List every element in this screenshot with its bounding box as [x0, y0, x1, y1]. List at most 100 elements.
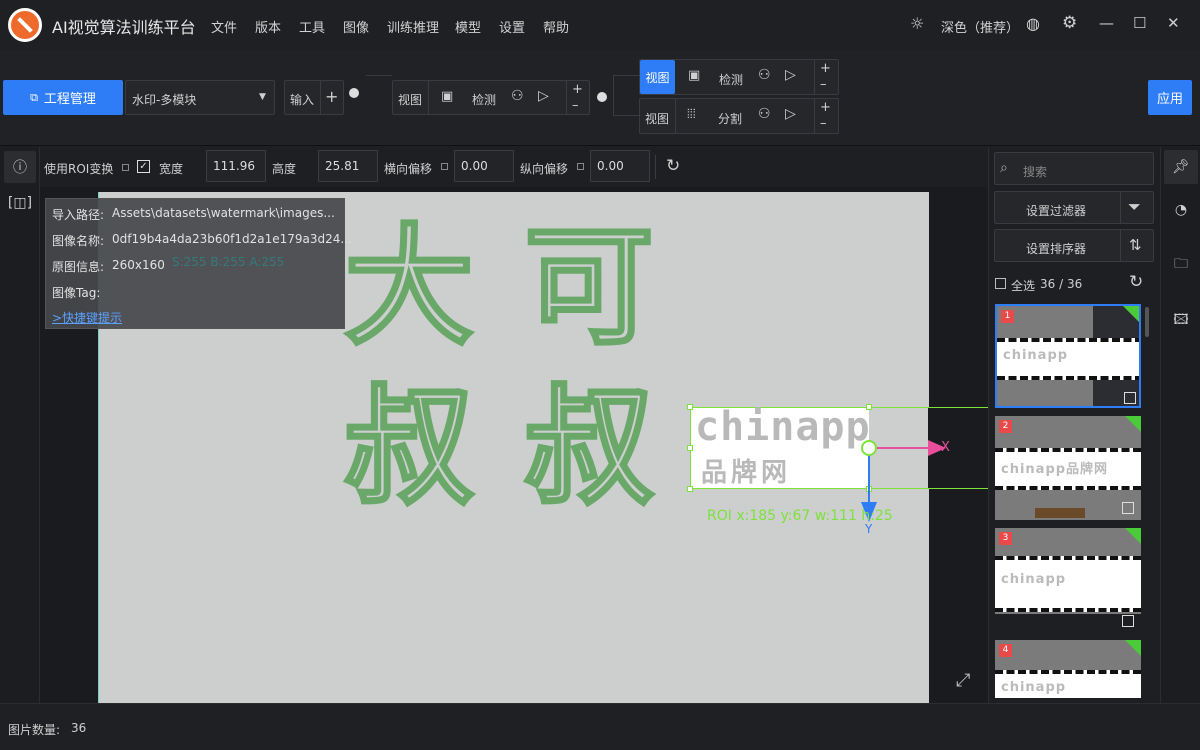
menu-image[interactable]: 图像	[343, 17, 369, 36]
play-icon[interactable]: ▷	[785, 67, 796, 83]
use-roi-label: 使用ROI变换	[44, 162, 114, 176]
chevron-down-icon: ▼	[259, 92, 266, 102]
view-button-2[interactable]: 视图	[640, 60, 675, 94]
h-offset-label: 横向偏移	[384, 162, 433, 176]
thumbnail-checkbox[interactable]	[1124, 392, 1136, 404]
minus-icon[interactable]: –	[820, 77, 827, 92]
remove-node-icon[interactable]	[349, 88, 359, 98]
refresh-icon[interactable]: ↻	[1129, 272, 1143, 292]
project-select[interactable]: 水印-多模块 ▼	[125, 80, 275, 115]
project-manage-button[interactable]: ⧉ 工程管理	[3, 80, 123, 115]
info-icon[interactable]: ⓘ	[4, 151, 36, 183]
plus-icon[interactable]: +	[820, 61, 831, 76]
thumbnail-index: 3	[999, 532, 1012, 545]
roi-handle[interactable]	[687, 404, 693, 410]
h-offset-checkbox[interactable]	[441, 163, 448, 170]
menu-model[interactable]: 模型	[455, 17, 481, 36]
plus-icon[interactable]: +	[820, 100, 831, 115]
image-settings-icon[interactable]: ◔	[1164, 193, 1198, 227]
apply-button[interactable]: 应用	[1148, 80, 1192, 115]
play-icon[interactable]: ▷	[538, 88, 549, 104]
play-icon[interactable]: ▷	[785, 106, 796, 122]
menu-train-infer[interactable]: 训练推理	[387, 17, 439, 36]
detect-node-1[interactable]: 视图 ▣ 检测 ⚇ ▷ + –	[392, 80, 590, 115]
roi-transform-icon[interactable]: [◫]	[4, 187, 36, 219]
expand-icon[interactable]: ⤢	[956, 670, 970, 691]
thumbnail-index: 2	[999, 420, 1012, 433]
thumbnail-checkbox[interactable]	[1122, 502, 1134, 514]
thumbnail-item[interactable]: chinapp品牌网 2	[995, 416, 1141, 520]
add-icon[interactable]: +	[325, 87, 338, 106]
thumbnail-item[interactable]: chinapp 4	[995, 640, 1141, 698]
thumbnail-item[interactable]: chinapp 1	[995, 304, 1141, 408]
labeled-corner-icon	[1123, 306, 1139, 322]
pin-icon[interactable]: 📌︎	[1164, 150, 1198, 184]
group-icon: ⚇	[511, 88, 524, 104]
project-icon: ⧉	[30, 90, 38, 104]
menu-version[interactable]: 版本	[255, 17, 281, 36]
close-button[interactable]: ✕	[1167, 14, 1180, 32]
scrollbar-thumb[interactable]	[1145, 307, 1149, 337]
roi-watermark-text-cn: 品牌网	[701, 458, 792, 488]
select-all-checkbox[interactable]	[995, 278, 1006, 289]
roi-handle[interactable]	[866, 404, 872, 410]
v-offset-input[interactable]: 0.00	[590, 150, 650, 182]
menu-help[interactable]: 帮助	[543, 17, 569, 36]
watermark-char: 叔	[344, 371, 474, 523]
sorter-button[interactable]: 设置排序器 ⇅	[994, 229, 1154, 262]
sort-icon: ⇅	[1129, 236, 1142, 254]
portrait-icon: ▣	[688, 68, 701, 83]
width-label: 宽度	[159, 162, 184, 176]
height-label: 高度	[272, 162, 297, 176]
roi-bar: 使用ROI变换 ✓ 宽度 111.96 高度 25.81 横向偏移 0.00 纵…	[40, 147, 988, 187]
theme-selector[interactable]: 深色（推荐）	[941, 17, 1019, 36]
thumbnail-watermark: chinapp	[997, 338, 1139, 380]
image-icon[interactable]: 🖾	[1164, 304, 1198, 338]
image-info-panel: 导入路径: Assets\datasets\watermark\images..…	[45, 198, 352, 329]
segment-node[interactable]: 视图 ⦙⦙⦙ 分割 ⚇ ▷ + –	[639, 98, 839, 134]
name-value: 0df19b4a4da23b60f1d2a1e179a3d24...	[112, 232, 352, 246]
labeled-corner-icon	[1125, 528, 1141, 544]
v-offset-checkbox[interactable]	[577, 163, 584, 170]
search-input[interactable]: ⌕ 搜索	[994, 152, 1154, 185]
sun-icon[interactable]: ☼	[910, 14, 924, 33]
roi-info-label: ROI x:185 y:67 w:111 h:25	[707, 508, 893, 524]
watermark-char: 大	[344, 211, 474, 363]
menu-file[interactable]: 文件	[211, 17, 237, 36]
filter-button[interactable]: 设置过滤器 ⏷	[994, 191, 1154, 224]
maximize-button[interactable]: ☐	[1133, 14, 1146, 32]
roi-handle[interactable]	[687, 445, 693, 451]
width-input[interactable]: 111.96	[206, 150, 266, 182]
menu-tools[interactable]: 工具	[299, 17, 325, 36]
v-offset-label: 纵向偏移	[520, 162, 569, 176]
filter-label: 设置过滤器	[1026, 204, 1087, 218]
input-label: 输入	[290, 93, 315, 107]
thumbnail-watermark: chinapp	[995, 670, 1141, 698]
input-node[interactable]: 输入 +	[284, 80, 344, 115]
detect-node-2[interactable]: 视图 ▣ 检测 ⚇ ▷ + –	[639, 59, 839, 95]
gear-icon[interactable]: ⚙	[1062, 13, 1077, 33]
sorter-label: 设置排序器	[1026, 242, 1087, 256]
palette-icon[interactable]: ◍	[1026, 14, 1040, 33]
minimize-button[interactable]: —	[1099, 14, 1114, 32]
plus-icon[interactable]: +	[572, 82, 583, 97]
height-input[interactable]: 25.81	[318, 150, 378, 182]
roi-toggle-checkbox[interactable]	[122, 164, 129, 171]
thumbnail-checkbox[interactable]	[1122, 615, 1134, 627]
minus-icon[interactable]: –	[820, 116, 827, 131]
h-offset-input[interactable]: 0.00	[454, 150, 514, 182]
view-label-1: 视图	[398, 93, 423, 107]
width-checkbox[interactable]: ✓	[137, 160, 150, 173]
refresh-icon[interactable]: ↻	[666, 156, 680, 176]
shortcut-link[interactable]: >快捷键提示	[52, 309, 122, 326]
menu-settings[interactable]: 设置	[499, 17, 525, 36]
image-count: 36 / 36	[1040, 277, 1083, 291]
thumbnail-item[interactable]: chinapp 3	[995, 528, 1141, 632]
thumbnail-index: 1	[1001, 310, 1014, 323]
minus-icon[interactable]: –	[572, 98, 579, 113]
roi-watermark-text: chinapp	[695, 404, 871, 450]
roi-handle[interactable]	[687, 486, 693, 492]
folder-icon[interactable]: 🗀	[1164, 248, 1198, 282]
select-all-label: 全选	[1011, 279, 1036, 293]
remove-node-icon[interactable]	[597, 92, 607, 102]
